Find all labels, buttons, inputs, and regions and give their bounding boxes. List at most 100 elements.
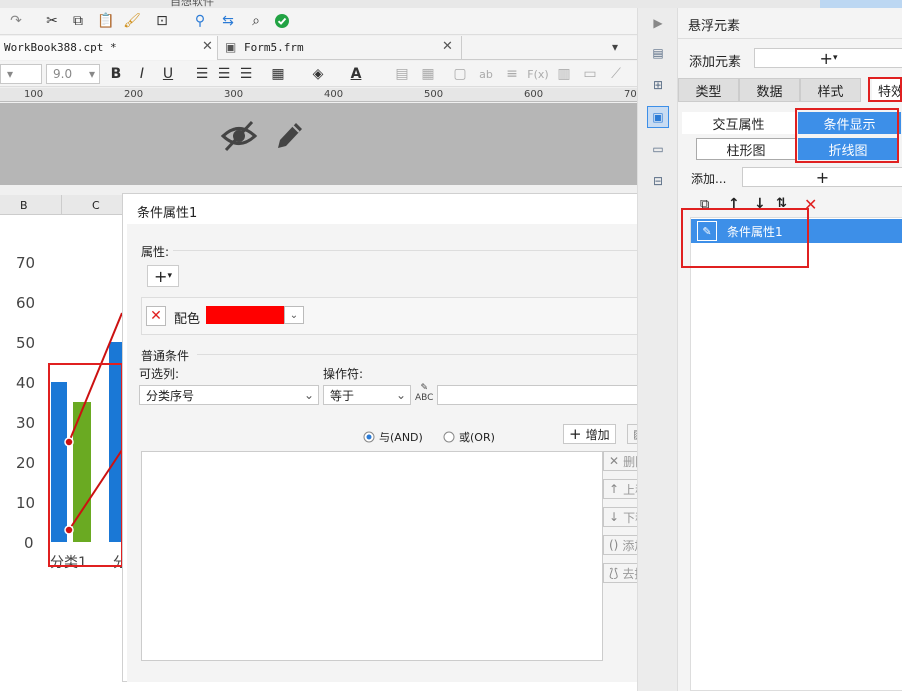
image-icon[interactable]: ▭ [580, 64, 600, 84]
add-condition-attr-button[interactable]: + [742, 167, 902, 187]
search-data-icon[interactable]: ⌕ [246, 11, 266, 31]
close-icon[interactable]: ✕ [202, 39, 213, 54]
brush-icon[interactable]: ⟋ [606, 64, 626, 84]
font-family-select[interactable]: ▾ [0, 64, 42, 84]
operator-select[interactable]: 等于 ⌄ [323, 385, 411, 405]
preview-icon[interactable]: ⊡ [152, 11, 172, 31]
column-b[interactable]: B [20, 199, 28, 212]
widget-attr-icon[interactable]: ⊞ [647, 74, 669, 96]
connect-icon[interactable]: ⚲ [190, 11, 210, 31]
format-brush-icon[interactable]: 🖌 [122, 11, 142, 31]
ruler-tick: 500 [424, 89, 444, 100]
tab-label: 数据 [756, 84, 783, 100]
condition-attr-list: ✎ 条件属性1 [690, 217, 902, 691]
panel-divider [678, 38, 902, 39]
subtab-bar-chart[interactable]: 柱形图 [696, 138, 796, 160]
cut-icon[interactable]: ✂ [42, 11, 62, 31]
swap-icon[interactable]: ⇆ [218, 11, 238, 31]
column-c[interactable]: C [92, 199, 100, 212]
operator-select-value: 等于 [330, 388, 355, 403]
check-icon[interactable] [272, 11, 292, 31]
copy-icon[interactable]: ⧉ [700, 197, 709, 212]
insert-cells-icon[interactable]: ▢ [450, 64, 470, 84]
delete-icon[interactable]: ✕ [804, 195, 817, 214]
design-canvas [0, 103, 637, 185]
text-format-icon[interactable]: ab [476, 64, 496, 84]
attr-row: ✕ 配色 ⌄ [141, 297, 679, 335]
subtab-line-chart[interactable]: 折线图 [798, 138, 898, 160]
tab-form[interactable]: ▣ Form5.frm ✕ [220, 36, 462, 60]
ruler-tick: 600 [524, 89, 544, 100]
tab-workbook[interactable]: WorkBook388.cpt * ✕ [0, 36, 218, 60]
panel-tab-effect[interactable]: 特效 [872, 78, 902, 102]
grid-icon[interactable]: ▦ [418, 64, 438, 84]
condition-list[interactable] [141, 451, 603, 661]
chevron-down-icon: ▾ [167, 271, 172, 281]
remove-attr-icon[interactable]: ✕ [146, 306, 166, 326]
title-bar-accent [820, 0, 902, 8]
align-left-icon[interactable]: ☰ [192, 64, 212, 84]
visibility-off-icon[interactable] [220, 119, 258, 156]
formula-icon[interactable]: F(x) [527, 64, 548, 84]
subtab-label: 折线图 [828, 143, 868, 159]
form-element-icon[interactable]: ▭ [647, 138, 669, 160]
font-size-value: 9.0 [53, 67, 73, 81]
subtab-condition-display[interactable]: 条件显示 [798, 112, 901, 134]
sort-icon[interactable]: ⇅ [776, 196, 787, 211]
close-icon[interactable]: ✕ [442, 39, 453, 54]
float-element-icon[interactable]: ▣ [647, 106, 669, 128]
x-category-label: 分类1 [50, 555, 87, 571]
panel-tab-style[interactable]: 样式 [800, 78, 861, 102]
redo-icon[interactable]: ↷ [6, 11, 26, 31]
add-element-button[interactable]: + ▾ [754, 48, 902, 68]
arrow-up-icon[interactable]: ↑ [728, 196, 740, 212]
arrow-up-icon: ↑ [609, 482, 620, 496]
panel-title: 悬浮元素 [688, 19, 741, 34]
add-label: 增加 [585, 427, 610, 442]
paste-icon[interactable]: 📋 [96, 11, 116, 31]
radio-selected-icon [363, 431, 375, 443]
add-attr-button[interactable]: + ▾ [147, 265, 179, 287]
chevron-down-icon: ▾ [832, 53, 838, 63]
font-color-icon[interactable]: A [346, 64, 366, 84]
underline-icon[interactable]: U [158, 64, 178, 84]
panel-tab-data[interactable]: 数据 [739, 78, 800, 102]
formula-abc-icon[interactable]: ✎ ABC [415, 383, 433, 403]
radio-and-label: 与(AND) [379, 431, 423, 444]
italic-icon[interactable]: I [132, 64, 152, 84]
layer-icon[interactable]: ⊟ [647, 170, 669, 192]
chart-line-point [64, 437, 74, 447]
color-dropdown-button[interactable]: ⌄ [284, 306, 304, 324]
chart-icon[interactable]: ▥ [554, 64, 574, 84]
list-icon[interactable]: ≡ [502, 64, 522, 84]
align-center-icon[interactable]: ☰ [214, 64, 234, 84]
title-bar [0, 0, 902, 8]
radio-and[interactable]: 与(AND) [363, 429, 423, 445]
color-swatch[interactable] [206, 306, 284, 324]
arrow-down-icon[interactable]: ↓ [754, 196, 766, 212]
close-icon: ✕ [609, 454, 620, 468]
bold-icon[interactable]: B [106, 64, 126, 84]
dialog-title: 条件属性1 [137, 206, 198, 221]
column-select[interactable]: 分类序号 ⌄ [139, 385, 319, 405]
collapse-arrow-icon[interactable]: ▶ [647, 12, 669, 34]
add-condition-label: 添加... [691, 172, 727, 186]
border-icon[interactable]: ▦ [268, 64, 288, 84]
plus-icon: + [815, 167, 830, 187]
cell-attr-icon[interactable]: ▤ [647, 42, 669, 64]
subtab-label: 条件显示 [823, 117, 876, 133]
font-size-select[interactable]: 9.0 ▾ [46, 64, 100, 84]
tab-menu-icon[interactable]: ▾ [612, 40, 618, 54]
operator-label: 操作符: [323, 367, 364, 381]
align-right-icon[interactable]: ☰ [236, 64, 256, 84]
condition-attr-item[interactable]: ✎ 条件属性1 [691, 219, 902, 243]
fill-color-icon[interactable]: ◈ [308, 64, 328, 84]
radio-or[interactable]: 或(OR) [443, 429, 495, 445]
copy-icon[interactable]: ⧉ [68, 11, 88, 31]
edit-pencil-icon[interactable] [274, 118, 306, 155]
ruler: 100 200 300 400 500 600 70 [0, 88, 637, 102]
subtab-interaction[interactable]: 交互属性 [682, 112, 795, 134]
add-condition-button[interactable]: + 增加 [563, 424, 616, 444]
panel-tab-type[interactable]: 类型 [678, 78, 739, 102]
merge-icon[interactable]: ▤ [392, 64, 412, 84]
